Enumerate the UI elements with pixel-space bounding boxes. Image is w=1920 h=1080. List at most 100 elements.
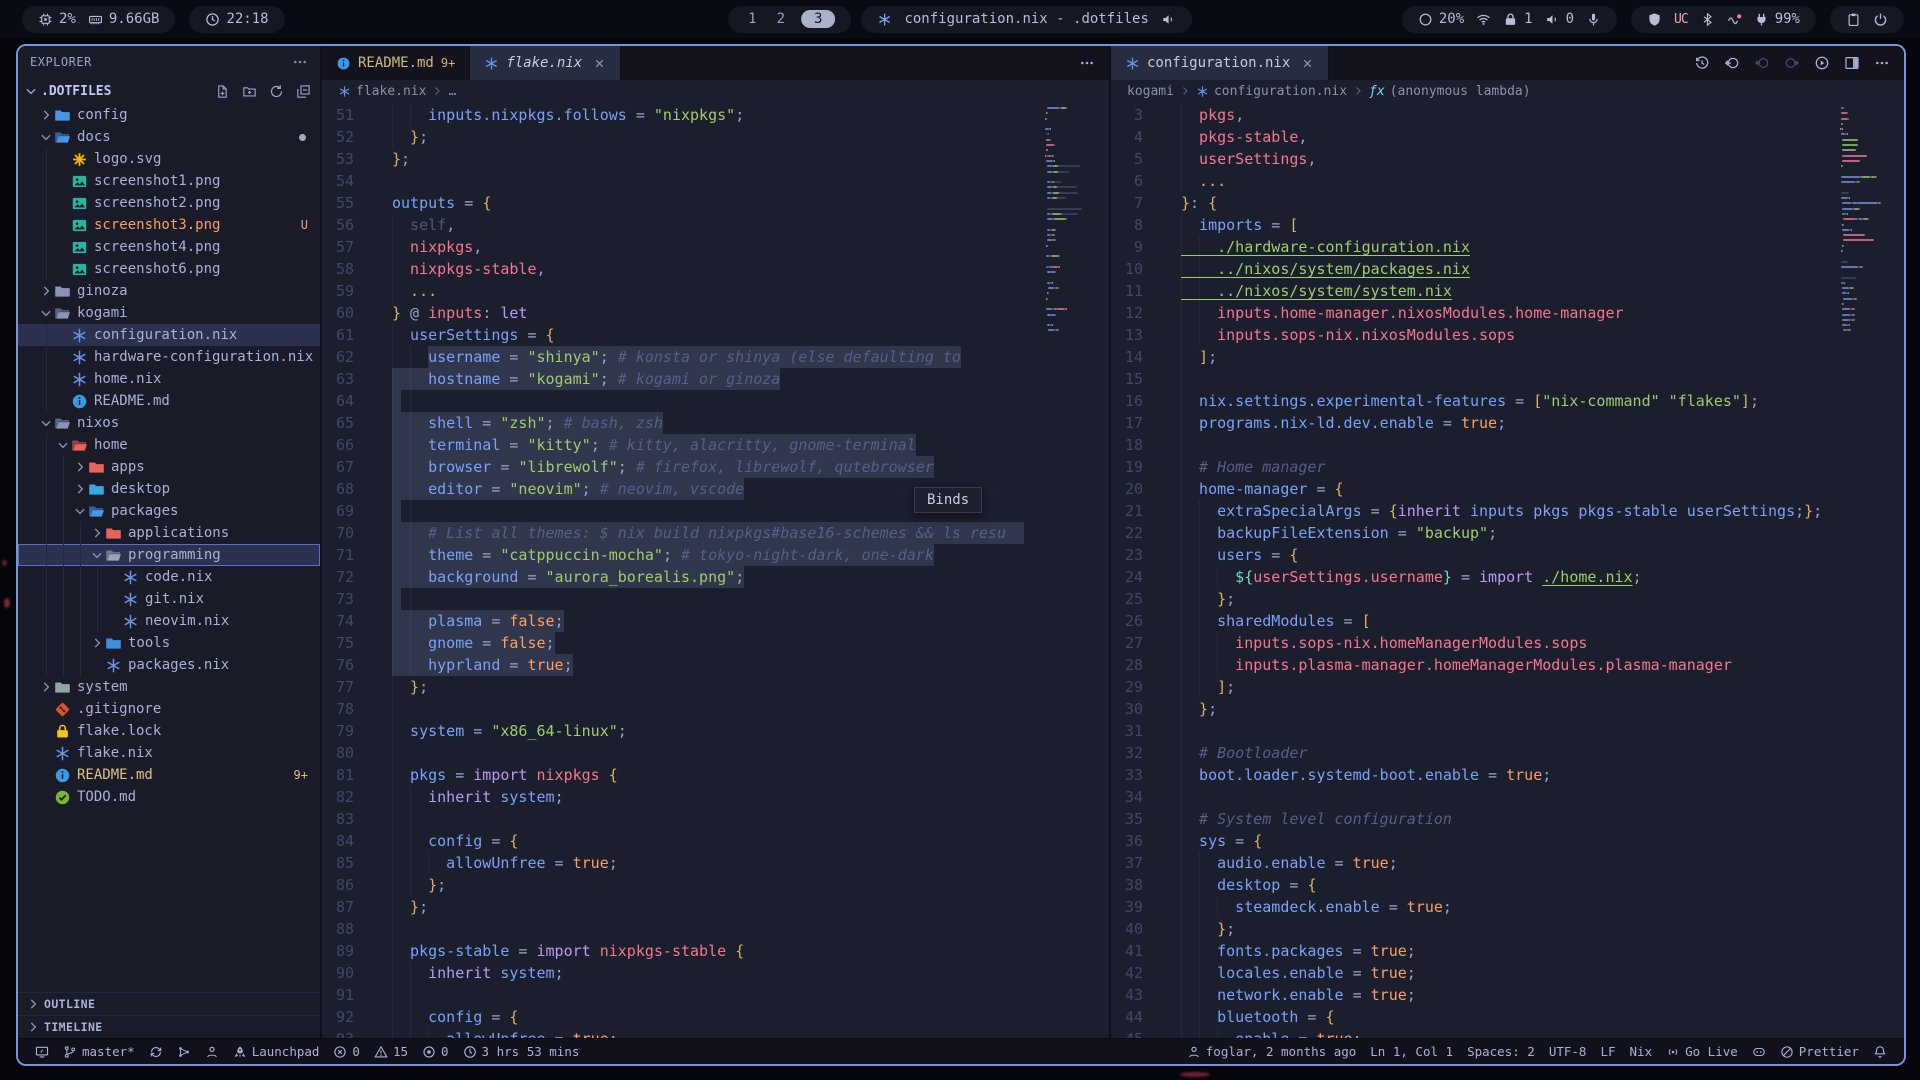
git-graph[interactable] <box>170 1045 198 1059</box>
timeline-section[interactable]: TIMELINE <box>18 1015 320 1038</box>
vpn-shield[interactable] <box>1647 12 1662 27</box>
editor-action-nextc-icon[interactable] <box>1784 55 1800 71</box>
breadcrumb-item[interactable]: … <box>448 84 456 99</box>
editor-action-run-icon[interactable] <box>1814 55 1830 71</box>
tree-item-neovim-nix[interactable]: neovim.nix <box>18 610 320 632</box>
notifications-bell[interactable] <box>1866 1045 1894 1059</box>
copilot[interactable] <box>1745 1045 1773 1059</box>
tree-item-screenshot3-png[interactable]: screenshot3.pngU <box>18 214 320 236</box>
tree-item-packages-nix[interactable]: packages.nix <box>18 654 320 676</box>
editor-action-dots-icon[interactable] <box>1874 55 1890 71</box>
outline-section[interactable]: OUTLINE <box>18 992 320 1015</box>
breadcrumb-item[interactable]: flake.nix <box>338 84 426 99</box>
bluetooth[interactable] <box>1700 12 1715 27</box>
tree-item-apps[interactable]: apps <box>18 456 320 478</box>
clock[interactable]: 22:18 <box>205 11 268 27</box>
tree-item-config[interactable]: config <box>18 104 320 126</box>
collapse-icon[interactable] <box>296 84 311 99</box>
editor-action-prevc-icon[interactable] <box>1754 55 1770 71</box>
tree-item-desktop[interactable]: desktop <box>18 478 320 500</box>
git-blame[interactable]: foglar, 2 months ago <box>1180 1044 1364 1059</box>
new-folder-icon[interactable] <box>242 84 257 99</box>
prettier[interactable]: Prettier <box>1773 1044 1866 1059</box>
explorer-more-icon[interactable] <box>292 54 308 70</box>
lock-count[interactable]: 1 <box>1503 11 1532 27</box>
clipboard[interactable] <box>1846 12 1861 27</box>
editor-action-layout-icon[interactable] <box>1844 55 1860 71</box>
refresh-icon[interactable] <box>269 84 284 99</box>
cursor-position[interactable]: Ln 1, Col 1 <box>1363 1044 1460 1059</box>
tree-item-screenshot1-png[interactable]: screenshot1.png <box>18 170 320 192</box>
tree-item-flake-lock[interactable]: flake.lock <box>18 720 320 742</box>
breadcrumb-item[interactable]: kogami <box>1127 84 1174 99</box>
tree-item-flake-nix[interactable]: flake.nix <box>18 742 320 764</box>
tree-item-screenshot4-png[interactable]: screenshot4.png <box>18 236 320 258</box>
workspace-2[interactable]: 2 <box>773 11 789 27</box>
tab-close-icon[interactable] <box>1301 57 1314 70</box>
tree-item-readme-md[interactable]: README.md9+ <box>18 764 320 786</box>
tree-item-home-nix[interactable]: home.nix <box>18 368 320 390</box>
code-editor-flake[interactable]: 51 inputs.nixpkgs.follows = "nixpkgs";52… <box>322 102 1109 1038</box>
code-editor-configuration[interactable]: 3 pkgs,4 pkgs-stable,5 userSettings,6 ..… <box>1111 102 1904 1038</box>
workspace-1[interactable]: 1 <box>744 11 760 27</box>
minimap-left[interactable] <box>1043 104 1105 1038</box>
git-sync[interactable] <box>142 1045 170 1059</box>
tree-item-readme-md[interactable]: README.md <box>18 390 320 412</box>
tree-item-packages[interactable]: packages <box>18 500 320 522</box>
tree-item-docs[interactable]: docs <box>18 126 320 148</box>
workspace-root-row[interactable]: .DOTFILES <box>18 78 320 104</box>
remote-indicator[interactable] <box>28 1045 56 1059</box>
tab-close-icon[interactable] <box>593 57 606 70</box>
git-branch[interactable]: master* <box>56 1044 142 1059</box>
tree-item-code-nix[interactable]: code.nix <box>18 566 320 588</box>
tree-item-ginoza[interactable]: ginoza <box>18 280 320 302</box>
new-file-icon[interactable] <box>215 84 230 99</box>
tab-flake-nix[interactable]: flake.nix <box>470 46 621 80</box>
tab-configuration-nix[interactable]: configuration.nix <box>1111 46 1329 80</box>
encoding[interactable]: UTF-8 <box>1542 1044 1594 1059</box>
memory-usage[interactable]: 9.66GB <box>88 11 160 27</box>
problems-errors[interactable]: 0 <box>326 1044 367 1059</box>
tree-item-programming[interactable]: programming <box>18 544 320 566</box>
tree-item-system[interactable]: system <box>18 676 320 698</box>
tab-overflow-icon[interactable] <box>1079 55 1095 71</box>
battery[interactable]: 99% <box>1754 11 1800 27</box>
keyboard-layout[interactable]: UC <box>1674 12 1688 27</box>
ports[interactable]: 0 <box>415 1044 456 1059</box>
editor-action-back-icon[interactable] <box>1724 55 1740 71</box>
launchpad[interactable]: Launchpad <box>226 1044 327 1059</box>
breadcrumb-item[interactable]: ƒx(anonymous lambda) <box>1369 84 1531 99</box>
accounts[interactable] <box>198 1045 226 1059</box>
minimap-right[interactable] <box>1838 104 1900 1038</box>
cpu-usage[interactable]: 2% <box>38 11 76 27</box>
tree-item--gitignore[interactable]: .gitignore <box>18 698 320 720</box>
power[interactable] <box>1873 12 1888 27</box>
tree-item-screenshot6-png[interactable]: screenshot6.png <box>18 258 320 280</box>
tab-readme-md[interactable]: README.md9+ <box>322 46 470 80</box>
tree-item-git-nix[interactable]: git.nix <box>18 588 320 610</box>
tree-item-home[interactable]: home <box>18 434 320 456</box>
tree-item-screenshot2-png[interactable]: screenshot2.png <box>18 192 320 214</box>
tree-item-todo-md[interactable]: TODO.md <box>18 786 320 808</box>
indentation[interactable]: Spaces: 2 <box>1460 1044 1542 1059</box>
volume[interactable]: 0 <box>1545 11 1574 27</box>
problems-warnings[interactable]: 15 <box>367 1044 415 1059</box>
gauge[interactable]: 20% <box>1418 11 1464 27</box>
tree-item-tools[interactable]: tools <box>18 632 320 654</box>
eol[interactable]: LF <box>1593 1044 1622 1059</box>
tree-item-logo-svg[interactable]: logo.svg <box>18 148 320 170</box>
breadcrumb-item[interactable]: configuration.nix <box>1196 84 1347 99</box>
wifi[interactable] <box>1476 12 1491 27</box>
tree-item-configuration-nix[interactable]: configuration.nix <box>18 324 320 346</box>
time-tracker[interactable]: 3 hrs 53 mins <box>456 1044 587 1059</box>
language-mode[interactable]: Nix <box>1623 1044 1660 1059</box>
microphone[interactable] <box>1586 12 1601 27</box>
go-live[interactable]: Go Live <box>1659 1044 1745 1059</box>
workspace-3[interactable]: 3 <box>801 10 835 28</box>
tree-item-applications[interactable]: applications <box>18 522 320 544</box>
tree-item-kogami[interactable]: kogami <box>18 302 320 324</box>
activity-notification[interactable] <box>1727 12 1742 27</box>
tree-item-hardware-configuration-nix[interactable]: hardware-configuration.nix <box>18 346 320 368</box>
tree-item-nixos[interactable]: nixos <box>18 412 320 434</box>
editor-action-history-icon[interactable] <box>1694 55 1710 71</box>
